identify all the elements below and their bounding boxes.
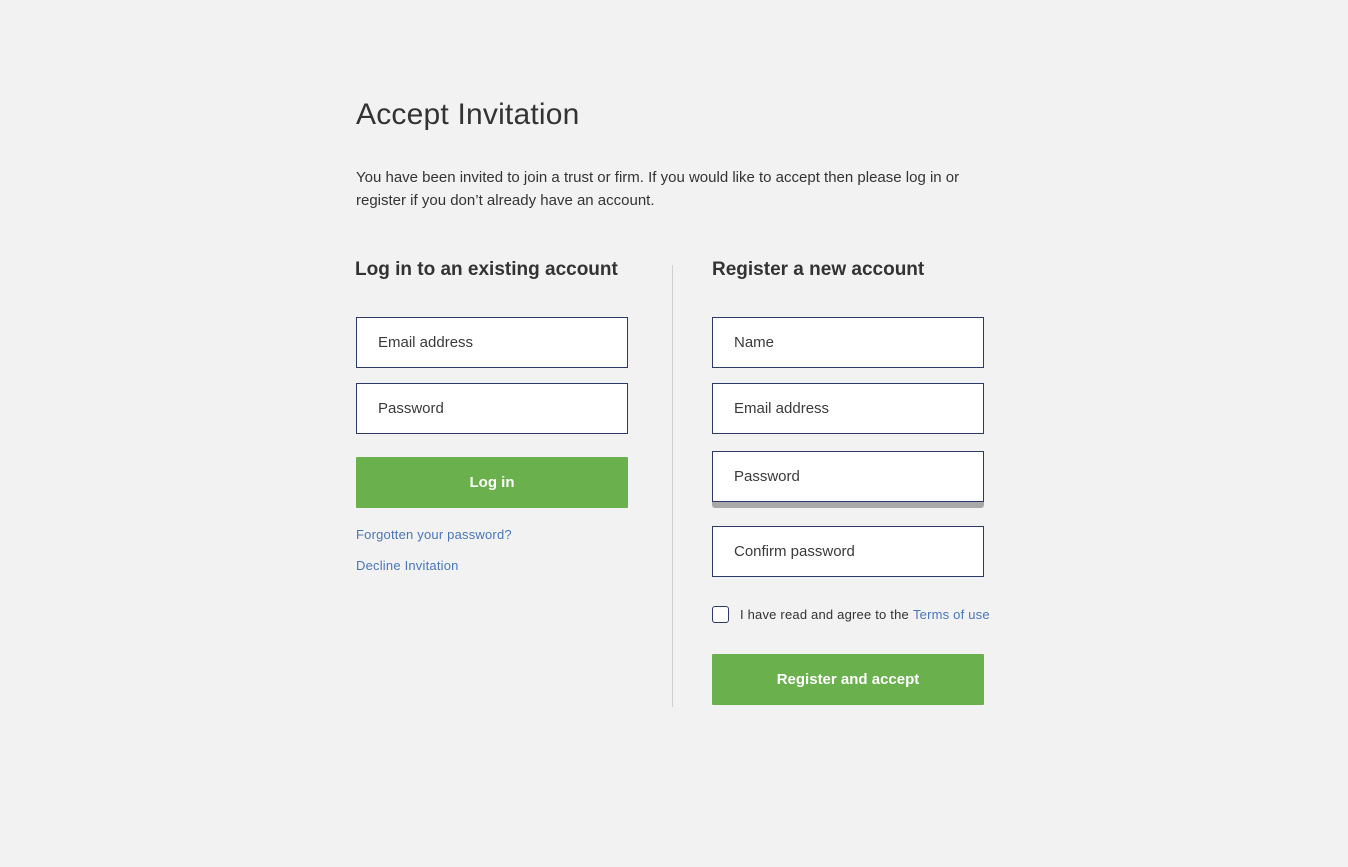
register-name-field[interactable]	[712, 317, 984, 368]
register-confirm-password-field[interactable]	[712, 526, 984, 577]
register-password-field[interactable]	[712, 451, 984, 502]
register-heading: Register a new account	[712, 259, 925, 280]
terms-of-use-link[interactable]: Terms of use	[913, 607, 990, 622]
decline-invitation-link[interactable]: Decline Invitation	[356, 558, 459, 573]
terms-row: I have read and agree to the Terms of us…	[712, 604, 990, 624]
accept-invitation-page: Accept Invitation You have been invited …	[0, 0, 1348, 867]
intro-text: You have been invited to join a trust or…	[356, 169, 960, 209]
terms-label: I have read and agree to the	[740, 606, 909, 622]
login-email-field[interactable]	[356, 317, 628, 368]
login-button[interactable]: Log in	[356, 457, 628, 508]
register-and-accept-button[interactable]: Register and accept	[712, 654, 984, 705]
column-divider	[672, 265, 673, 707]
login-heading: Log in to an existing account	[355, 259, 618, 280]
page-title: Accept Invitation	[356, 98, 580, 131]
terms-checkbox[interactable]	[712, 605, 729, 623]
login-password-field[interactable]	[356, 383, 628, 434]
register-email-field[interactable]	[712, 383, 984, 434]
forgot-password-link[interactable]: Forgotten your password?	[356, 527, 512, 542]
